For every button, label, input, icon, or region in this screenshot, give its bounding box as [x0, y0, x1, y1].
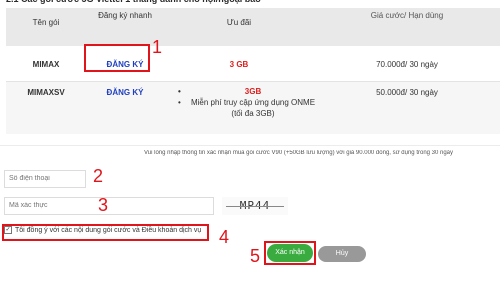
annotation-number: 3	[98, 195, 109, 215]
captcha-input[interactable]	[4, 197, 214, 215]
package-name: MIMAX	[32, 60, 60, 69]
highlight-box-register	[84, 44, 150, 72]
header-name: Tên gói	[32, 18, 60, 27]
package-table: Tên gói Đăng ký nhanh Ưu đãi Giá cước/ H…	[6, 8, 500, 134]
captcha-image: MP44	[222, 197, 288, 215]
highlight-box-agree	[2, 224, 209, 241]
promo-item: 3GB	[178, 86, 318, 97]
section-heading: 2.1 Các gói cước 5G Viettel 1 tháng dành…	[6, 0, 306, 8]
phone-input[interactable]	[4, 170, 86, 188]
package-name: MIMAXSV	[27, 88, 65, 97]
package-price: 50.000đ/ 30 ngày	[376, 88, 438, 97]
annotation-number: 4	[219, 227, 230, 247]
confirm-button[interactable]: Xác nhận	[267, 244, 313, 262]
header-price: Giá cước/ Hạn dùng	[370, 11, 444, 20]
promo-item: Miễn phí truy cập ứng dụng ONME (tối đa …	[178, 97, 318, 119]
promo-data: 3 GB	[229, 60, 249, 69]
register-link-mimaxsv[interactable]: ĐĂNG KÝ	[107, 88, 144, 97]
annotation-number: 2	[93, 166, 104, 186]
captcha-noise	[226, 206, 284, 207]
header-register: Đăng ký nhanh	[98, 11, 152, 20]
form-notice: Vui lòng nhập thông tin xác nhận mua gói…	[144, 150, 454, 156]
table-header: Tên gói Đăng ký nhanh Ưu đãi Giá cước/ H…	[6, 8, 500, 46]
package-price: 70.000đ/ 30 ngày	[376, 60, 438, 69]
table-row: MIMAXSV ĐĂNG KÝ 3GB Miễn phí truy cập ứn…	[6, 82, 500, 134]
promo-list: 3GB Miễn phí truy cập ứng dụng ONME (tối…	[178, 86, 318, 119]
annotation-number: 5	[250, 246, 261, 266]
annotation-number: 1	[152, 37, 163, 57]
divider	[0, 145, 500, 146]
header-promo: Ưu đãi	[226, 18, 252, 27]
table-row: MIMAX ĐĂNG KÝ 3 GB 70.000đ/ 30 ngày	[6, 46, 500, 82]
cancel-button[interactable]: Hủy	[318, 246, 366, 262]
